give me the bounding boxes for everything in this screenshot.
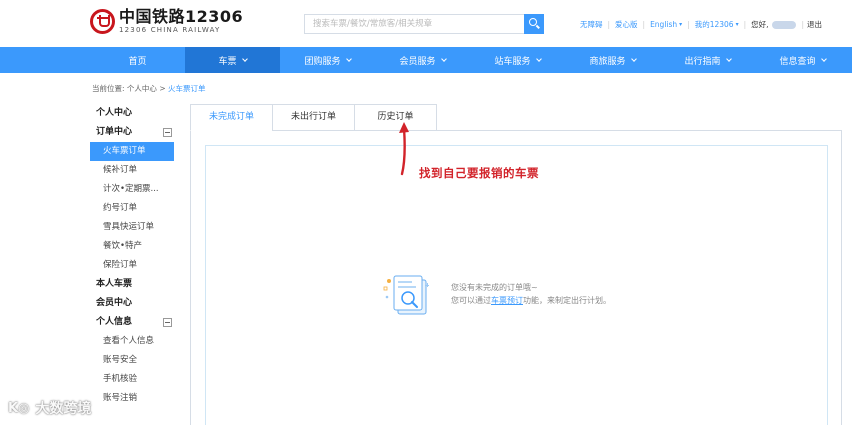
chevron-down-icon bbox=[820, 55, 827, 62]
collapse-icon[interactable] bbox=[163, 128, 172, 137]
sidebar-personal-info[interactable]: 个人信息 bbox=[90, 313, 174, 332]
main-nav: 首页 车票 团购服务 会员服务 站车服务 商旅服务 出行指南 信息查询 bbox=[0, 47, 852, 73]
nav-tickets[interactable]: 车票 bbox=[185, 47, 280, 73]
nav-travel-guide[interactable]: 出行指南 bbox=[660, 47, 755, 73]
chevron-down-icon bbox=[630, 55, 637, 62]
sidebar-member-center[interactable]: 会员中心 bbox=[90, 294, 174, 313]
logo-subtitle: 12306 CHINA RAILWAY bbox=[119, 26, 221, 34]
sidebar-item-waitlist-orders[interactable]: 候补订单 bbox=[90, 161, 174, 180]
my12306-link[interactable]: 我的12306 bbox=[695, 19, 734, 30]
collapse-icon[interactable] bbox=[163, 318, 172, 327]
sidebar-item-food-specialty[interactable]: 餐饮•特产 bbox=[90, 237, 174, 256]
chevron-down-icon: ▾ bbox=[735, 21, 739, 28]
logo-title: 中国铁路12306 bbox=[119, 7, 244, 26]
breadcrumb-current[interactable]: 火车票订单 bbox=[168, 84, 206, 93]
watermark: K◎ 大数跨境 bbox=[8, 398, 91, 418]
chevron-down-icon: ▾ bbox=[679, 21, 683, 28]
chevron-down-icon bbox=[725, 55, 732, 62]
nav-business-travel[interactable]: 商旅服务 bbox=[565, 47, 660, 73]
empty-state-line1: 您没有未完成的订单哦~ bbox=[451, 283, 538, 292]
username-redacted bbox=[771, 20, 796, 29]
chevron-down-icon bbox=[241, 55, 248, 62]
sidebar-order-center[interactable]: 订单中心 bbox=[90, 123, 174, 142]
chevron-down-icon bbox=[345, 55, 352, 62]
breadcrumb-personal-center[interactable]: 个人中心 bbox=[127, 84, 157, 93]
search-input[interactable]: 搜索车票/餐饮/常旅客/相关规章 bbox=[304, 14, 524, 34]
nav-station-service[interactable]: 站车服务 bbox=[470, 47, 565, 73]
sidebar-personal-center[interactable]: 个人中心 bbox=[90, 104, 174, 123]
ticket-booking-link[interactable]: 车票预订 bbox=[491, 296, 523, 305]
sidebar-item-reservation-orders[interactable]: 约号订单 bbox=[90, 199, 174, 218]
watermark-text: 大数跨境 bbox=[35, 401, 92, 417]
sidebar-item-pass-tickets[interactable]: 计次•定期票... bbox=[90, 180, 174, 199]
empty-state-message: 您没有未完成的订单哦~ 您可以通过车票预订功能，来制定出行计划。 bbox=[451, 283, 611, 305]
nav-home[interactable]: 首页 bbox=[90, 47, 185, 73]
nav-group-service[interactable]: 团购服务 bbox=[280, 47, 375, 73]
sidebar-item-account-security[interactable]: 账号安全 bbox=[90, 351, 174, 370]
nav-member-service[interactable]: 会员服务 bbox=[375, 47, 470, 73]
search-button[interactable] bbox=[524, 14, 544, 34]
accessible-link[interactable]: 无障碍 bbox=[580, 19, 603, 30]
tab-incomplete-orders[interactable]: 未完成订单 bbox=[190, 104, 273, 131]
chevron-down-icon bbox=[535, 55, 542, 62]
annotation-text: 找到自己要报销的车票 bbox=[419, 166, 539, 180]
sidebar-item-train-orders[interactable]: 火车票订单 bbox=[90, 142, 174, 161]
sidebar-item-account-cancel[interactable]: 账号注销 bbox=[90, 389, 174, 408]
breadcrumb: 当前位置: 个人中心 > 火车票订单 bbox=[92, 84, 206, 93]
sidebar-item-insurance[interactable]: 保险订单 bbox=[90, 256, 174, 275]
logo[interactable]: 中国铁路12306 12306 CHINA RAILWAY bbox=[90, 8, 243, 35]
sidebar-item-view-info[interactable]: 查看个人信息 bbox=[90, 332, 174, 351]
railway-logo-icon bbox=[90, 9, 115, 34]
care-mode-link[interactable]: 爱心版 bbox=[615, 19, 638, 30]
sidebar-item-phone-verify[interactable]: 手机核验 bbox=[90, 370, 174, 389]
sidebar: 个人中心 订单中心 火车票订单 候补订单 计次•定期票... 约号订单 雪具快运… bbox=[90, 104, 174, 408]
annotation-arrow bbox=[399, 122, 409, 176]
empty-orders-illustration bbox=[383, 275, 429, 315]
greeting-text: 您好, bbox=[751, 20, 769, 29]
top-links: 无障碍 | 爱心版 | English ▾ | 我的12306 ▾ | 您好, … bbox=[580, 19, 823, 30]
sidebar-my-tickets[interactable]: 本人车票 bbox=[90, 275, 174, 294]
logout-link[interactable]: 退出 bbox=[807, 19, 822, 30]
watermark-logo-icon: K◎ bbox=[8, 400, 30, 416]
nav-info-query[interactable]: 信息查询 bbox=[755, 47, 850, 73]
tab-upcoming-orders[interactable]: 未出行订单 bbox=[272, 104, 355, 131]
chevron-down-icon bbox=[440, 55, 447, 62]
sidebar-item-ski-express[interactable]: 雪具快运订单 bbox=[90, 218, 174, 237]
language-link[interactable]: English bbox=[650, 20, 677, 29]
site-header: 中国铁路12306 12306 CHINA RAILWAY 搜索车票/餐饮/常旅… bbox=[0, 0, 852, 47]
